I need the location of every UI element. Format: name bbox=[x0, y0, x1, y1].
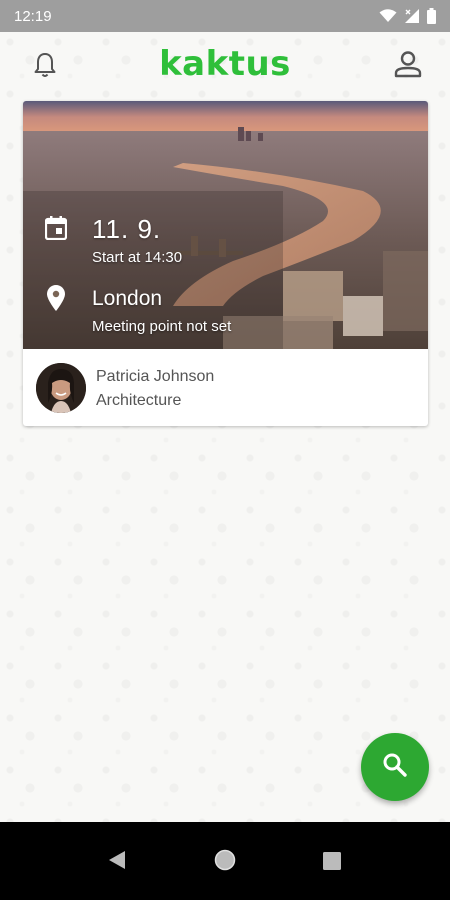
status-time: 12:19 bbox=[14, 7, 52, 25]
bell-icon bbox=[33, 52, 57, 83]
calendar-icon bbox=[44, 216, 68, 245]
profile-icon bbox=[394, 50, 422, 83]
organizer-field: Architecture bbox=[96, 392, 182, 409]
london-cityscape-image bbox=[23, 101, 428, 349]
event-card-hero: 11. 9. Start at 14:30 London Meeting poi… bbox=[23, 101, 428, 349]
battery-icon bbox=[427, 8, 436, 24]
meeting-point: Meeting point not set bbox=[92, 318, 232, 335]
organizer-row[interactable]: Patricia Johnson Architecture bbox=[23, 349, 428, 426]
event-location: London bbox=[92, 287, 163, 310]
back-icon[interactable] bbox=[108, 850, 126, 875]
search-button[interactable] bbox=[361, 733, 429, 801]
home-icon[interactable] bbox=[214, 849, 236, 876]
avatar bbox=[36, 363, 86, 413]
organizer-name: Patricia Johnson bbox=[96, 368, 215, 385]
event-start-time: Start at 14:30 bbox=[92, 249, 183, 266]
app-logo: kaktus bbox=[159, 44, 291, 84]
status-icons bbox=[379, 8, 436, 24]
signal-icon bbox=[404, 8, 420, 24]
navigation-bar bbox=[0, 822, 450, 900]
event-date: 11. 9. bbox=[92, 214, 162, 244]
recents-icon[interactable] bbox=[323, 852, 341, 875]
event-card[interactable]: 11. 9. Start at 14:30 London Meeting poi… bbox=[23, 101, 428, 426]
status-bar: 12:19 bbox=[0, 0, 450, 32]
location-pin-icon bbox=[47, 285, 65, 316]
app-bar: kaktus bbox=[0, 32, 450, 102]
notifications-button[interactable] bbox=[30, 52, 60, 82]
wifi-icon bbox=[379, 9, 397, 23]
search-icon bbox=[382, 752, 408, 783]
profile-button[interactable] bbox=[392, 50, 424, 82]
